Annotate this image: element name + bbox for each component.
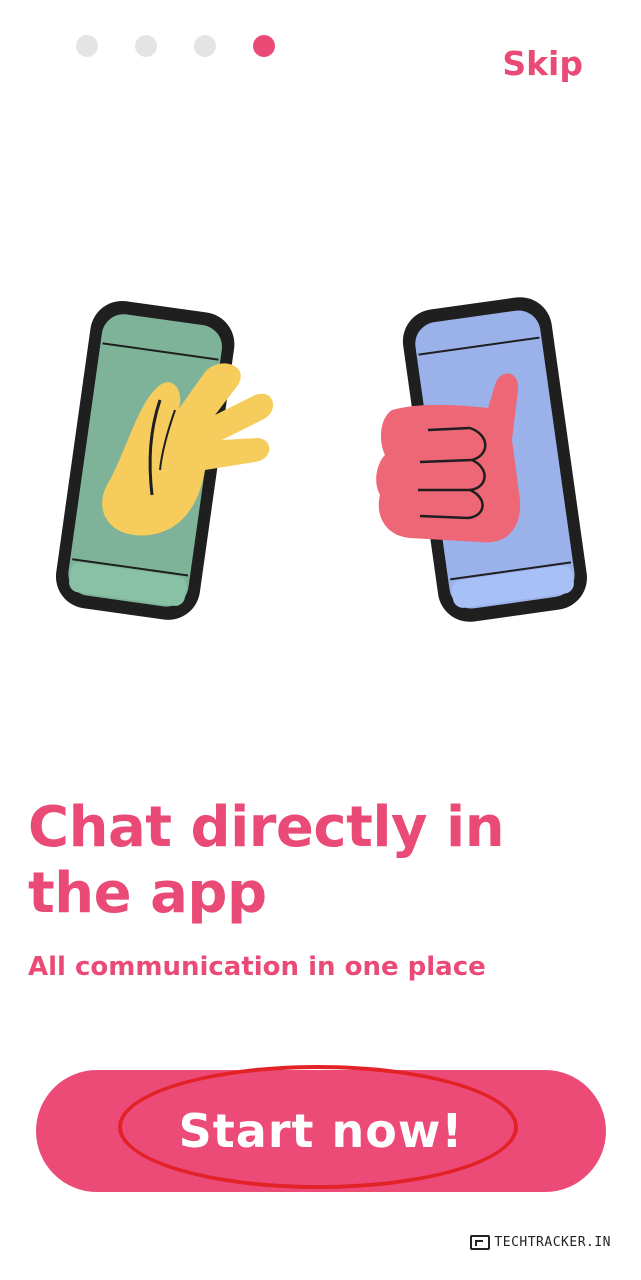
skip-button[interactable]: Skip (502, 44, 583, 83)
subtitle: All communication in one place (28, 952, 486, 982)
watermark: TECHTRACKER.IN (470, 1235, 611, 1250)
page-dot-4-active[interactable] (253, 35, 275, 57)
chat-illustration (55, 297, 587, 622)
page-dot-2[interactable] (135, 35, 157, 57)
page-dot-3[interactable] (194, 35, 216, 57)
onboarding-screen: Skip Chat directly in the app All commun… (0, 0, 641, 1280)
page-indicator (76, 35, 275, 57)
watermark-text: TECHTRACKER.IN (494, 1235, 611, 1250)
watermark-logo-icon (470, 1235, 491, 1250)
start-now-button[interactable]: Start now! (36, 1070, 606, 1192)
headline: Chat directly in the app (28, 795, 505, 926)
page-dot-1[interactable] (76, 35, 98, 57)
